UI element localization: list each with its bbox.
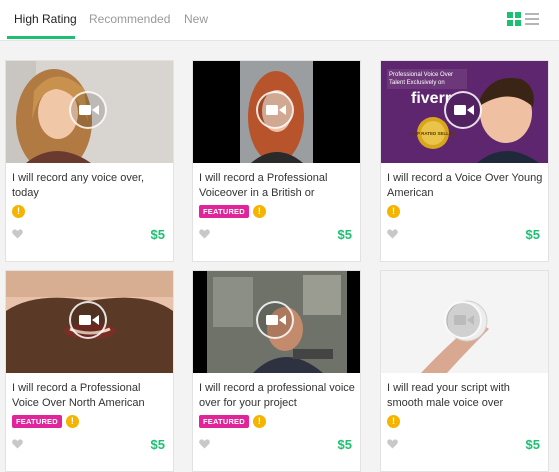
seller-level-icon: !: [252, 205, 266, 218]
gig-thumbnail[interactable]: [381, 271, 548, 373]
gig-card[interactable]: I will record a professional voice over …: [192, 270, 361, 472]
thumbnail-text: Professional Voice Over: [389, 72, 453, 78]
gig-card[interactable]: Professional Voice Over Talent Exclusive…: [380, 60, 549, 262]
heart-icon[interactable]: [199, 439, 210, 449]
gig-card[interactable]: I will record any voice over, today ! $5: [5, 60, 174, 262]
video-play-icon[interactable]: [69, 301, 107, 339]
gig-thumbnail[interactable]: [193, 61, 360, 163]
seller-level-icon: !: [387, 415, 400, 428]
gig-card[interactable]: I will record a Professional Voiceover i…: [192, 60, 361, 262]
video-play-icon[interactable]: [256, 301, 294, 339]
heart-icon[interactable]: [12, 439, 23, 449]
active-tab-indicator: [7, 36, 75, 39]
seller-level-icon: !: [12, 205, 25, 218]
gig-title[interactable]: I will read your script with smooth male…: [387, 381, 543, 411]
gig-title[interactable]: I will record a Professional Voice Over …: [12, 381, 168, 411]
gig-thumbnail[interactable]: Professional Voice Over Talent Exclusive…: [381, 61, 548, 163]
video-play-icon[interactable]: [69, 91, 107, 129]
video-play-icon[interactable]: [256, 91, 294, 129]
gig-badges: FEATURED!: [12, 415, 79, 429]
gig-price: $5: [150, 227, 165, 242]
heart-icon[interactable]: [199, 229, 210, 239]
gig-title[interactable]: I will record a Professional Voiceover i…: [199, 171, 355, 201]
heart-icon[interactable]: [387, 229, 398, 239]
tab-recommended[interactable]: Recommended: [89, 12, 170, 26]
gig-price: $5: [337, 437, 352, 452]
grid-view-icon[interactable]: [507, 12, 521, 26]
gig-badges: !: [387, 205, 400, 219]
gig-title[interactable]: I will record a professional voice over …: [199, 381, 355, 411]
gig-badges: !: [387, 415, 400, 429]
top-rated-seal-text: TOP RATED SELLER: [411, 131, 456, 136]
gig-badges: FEATURED!: [199, 415, 266, 429]
seller-level-icon: !: [387, 205, 400, 218]
thumbnail-text: Talent Exclusively on: [389, 80, 445, 86]
gig-price: $5: [525, 437, 540, 452]
tab-new[interactable]: New: [184, 12, 208, 26]
featured-badge: FEATURED: [199, 205, 249, 218]
video-play-icon[interactable]: [444, 91, 482, 129]
video-play-icon[interactable]: [444, 301, 482, 339]
gig-thumbnail[interactable]: [6, 271, 173, 373]
gig-thumbnail[interactable]: [193, 271, 360, 373]
gig-badges: !: [12, 205, 25, 219]
seller-level-icon: !: [252, 415, 266, 428]
featured-badge: FEATURED: [12, 415, 62, 428]
heart-icon[interactable]: [12, 229, 23, 239]
gig-price: $5: [150, 437, 165, 452]
gig-title[interactable]: I will record a Voice Over Young America…: [387, 171, 543, 201]
heart-icon[interactable]: [387, 439, 398, 449]
gig-thumbnail[interactable]: [6, 61, 173, 163]
gig-card[interactable]: I will read your script with smooth male…: [380, 270, 549, 472]
featured-badge: FEATURED: [199, 415, 249, 428]
gig-badges: FEATURED!: [199, 205, 266, 219]
gig-price: $5: [525, 227, 540, 242]
gig-card[interactable]: I will record a Professional Voice Over …: [5, 270, 174, 472]
gig-price: $5: [337, 227, 352, 242]
list-view-icon[interactable]: [525, 12, 539, 26]
sort-tabs-bar: High Rating Recommended New: [0, 0, 559, 41]
gig-title[interactable]: I will record any voice over, today: [12, 171, 168, 201]
seller-level-icon: !: [65, 415, 79, 428]
tab-high-rating[interactable]: High Rating: [14, 12, 77, 26]
